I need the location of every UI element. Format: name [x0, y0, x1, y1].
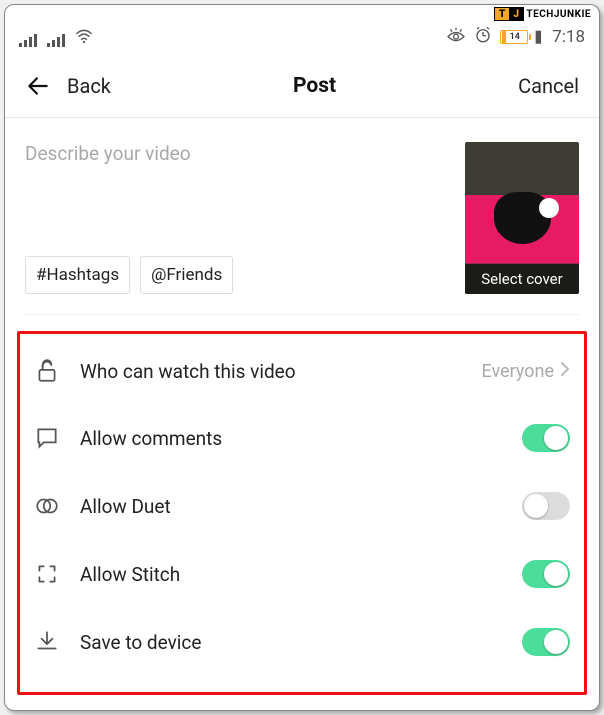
- back-arrow-icon: [25, 73, 51, 99]
- stitch-label: Allow Stitch: [80, 563, 522, 586]
- privacy-label: Who can watch this video: [80, 360, 481, 383]
- nav-bar: Back Post Cancel: [5, 55, 599, 117]
- duet-row: Allow Duet: [20, 472, 584, 540]
- status-bar: 14 ▋ 7:18: [5, 19, 599, 55]
- comments-row: Allow comments: [20, 404, 584, 472]
- signal-2-icon: [47, 33, 65, 47]
- stitch-icon: [34, 561, 60, 587]
- page-title: Post: [293, 74, 336, 98]
- save-label: Save to device: [80, 631, 522, 654]
- settings-highlight-box: Who can watch this video Everyone Allow …: [17, 331, 587, 695]
- description-input[interactable]: Describe your video: [25, 142, 451, 165]
- hashtags-chip[interactable]: #Hashtags: [25, 256, 130, 294]
- battery-icon: 14: [500, 30, 528, 44]
- clock-text: 7:18: [552, 27, 585, 47]
- video-thumbnail[interactable]: Select cover: [465, 142, 579, 294]
- divider: [25, 314, 579, 315]
- duet-icon: [34, 493, 60, 519]
- thumbnail-content: [494, 192, 551, 244]
- duet-label: Allow Duet: [80, 495, 522, 518]
- battery-charge-icon: ▋: [536, 31, 544, 44]
- alarm-icon: [474, 26, 492, 49]
- save-toggle[interactable]: [522, 628, 570, 656]
- download-icon: [34, 629, 60, 655]
- compose-area: Describe your video #Hashtags @Friends S…: [5, 118, 599, 308]
- chevron-right-icon: [560, 361, 570, 381]
- privacy-row[interactable]: Who can watch this video Everyone: [20, 338, 584, 404]
- comments-label: Allow comments: [80, 427, 522, 450]
- lock-open-icon: [34, 358, 60, 384]
- watermark: TJ TECHJUNKIE: [494, 7, 591, 21]
- comment-icon: [34, 425, 60, 451]
- privacy-value: Everyone: [481, 361, 554, 382]
- friends-chip[interactable]: @Friends: [140, 256, 233, 294]
- wifi-icon: [75, 28, 93, 47]
- app-frame: TJ TECHJUNKIE 14 ▋ 7:18: [4, 4, 600, 711]
- eye-icon: [446, 27, 466, 48]
- duet-toggle[interactable]: [522, 492, 570, 520]
- stitch-toggle[interactable]: [522, 560, 570, 588]
- cancel-button[interactable]: Cancel: [518, 74, 579, 98]
- back-label: Back: [67, 74, 111, 98]
- signal-1-icon: [19, 33, 37, 47]
- stitch-row: Allow Stitch: [20, 540, 584, 608]
- save-row: Save to device: [20, 608, 584, 676]
- comments-toggle[interactable]: [522, 424, 570, 452]
- back-button[interactable]: Back: [25, 73, 111, 99]
- select-cover-label: Select cover: [465, 264, 579, 294]
